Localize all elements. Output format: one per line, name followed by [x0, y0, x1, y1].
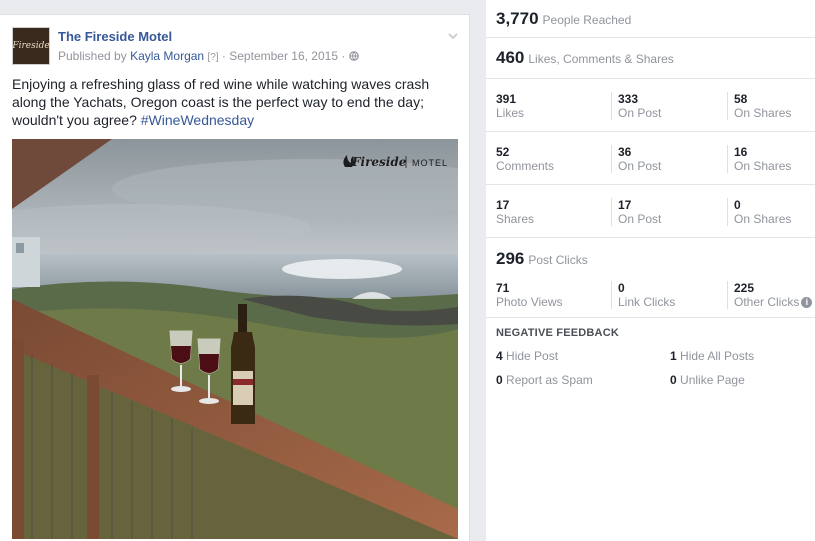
shares-on-shares-cell: 0 On Shares: [734, 198, 791, 226]
stat-label: On Post: [618, 159, 662, 173]
stat-label: Photo Views: [496, 295, 563, 309]
reach-stat: 3,770 People Reached: [496, 9, 631, 29]
photo-illustration: Fireside MOTEL: [12, 139, 458, 539]
stat-label: Report as Spam: [506, 373, 593, 387]
comments-on-post-cell: 36 On Post: [618, 145, 661, 173]
negative-feedback-title: NEGATIVE FEEDBACK: [496, 327, 619, 339]
likes-on-shares-cell: 58 On Shares: [734, 92, 791, 120]
shares-on-post-cell: 17 On Post: [618, 198, 661, 226]
help-marker[interactable]: [?]: [207, 52, 218, 63]
info-icon[interactable]: i: [801, 297, 813, 309]
other-clicks-label: Other Clicks: [734, 295, 800, 309]
author-link[interactable]: Kayla Morgan: [130, 49, 204, 63]
published-by-label: Published by: [58, 49, 127, 63]
engagement-label: Likes, Comments & Shares: [528, 52, 674, 66]
page-name-link[interactable]: The Fireside Motel: [58, 29, 172, 44]
post-date[interactable]: · September 16, 2015 ·: [222, 49, 345, 63]
watermark-brand: Fireside: [351, 155, 407, 169]
chevron-down-icon[interactable]: [446, 29, 460, 43]
post-caption: Enjoying a refreshing glass of red wine …: [12, 75, 462, 129]
page: Fireside The Fireside Motel Published by…: [0, 0, 815, 541]
stat-label: On Post: [618, 106, 662, 120]
engagement-value: 460: [496, 48, 525, 67]
reach-row: 3,770 People Reached: [486, 0, 815, 38]
hashtag-link[interactable]: #WineWednesday: [141, 112, 254, 128]
shares-cell: 17 Shares: [496, 198, 534, 226]
comments-cell: 52 Comments: [496, 145, 554, 173]
insights-panel: 3,770 People Reached 460 Likes, Comments &…: [486, 0, 815, 541]
stat-number: 333: [618, 92, 639, 106]
stat-number: 1: [670, 349, 677, 363]
stat-label: Likes: [496, 106, 525, 120]
comments-on-shares-cell: 16 On Shares: [734, 145, 791, 173]
divider: [727, 281, 728, 309]
stat-number: 71: [496, 281, 510, 295]
stat-label: On Post: [618, 212, 662, 226]
divider: [486, 237, 815, 238]
clicks-stat: 296 Post Clicks: [496, 249, 588, 269]
divider: [727, 145, 728, 173]
photo-views-cell: 71 Photo Views: [496, 281, 563, 309]
stat-number: 4: [496, 349, 503, 363]
divider: [486, 317, 815, 318]
stat-number: 0: [670, 373, 677, 387]
stat-number: 52: [496, 145, 510, 159]
stat-number: 17: [496, 198, 510, 212]
stat-number: 0: [496, 373, 503, 387]
stat-label: Other Clicks i: [734, 295, 813, 309]
post-card: Fireside The Fireside Motel Published by…: [0, 14, 470, 541]
hide-all-posts-stat: 1 Hide All Posts: [670, 349, 754, 363]
stat-label: On Shares: [734, 212, 792, 226]
divider: [486, 131, 815, 132]
hide-post-stat: 4 Hide Post: [496, 349, 558, 363]
engagement-row: 460 Likes, Comments & Shares: [486, 38, 815, 78]
stat-label: Unlike Page: [680, 373, 745, 387]
globe-icon: [348, 51, 359, 61]
post-meta: Published by Kayla Morgan [?] · Septembe…: [58, 49, 359, 63]
reach-value: 3,770: [496, 9, 539, 28]
divider: [486, 184, 815, 185]
report-spam-stat: 0 Report as Spam: [496, 373, 593, 387]
stat-number: 225: [734, 281, 755, 295]
engagement-stat: 460 Likes, Comments & Shares: [496, 48, 674, 68]
stat-number: 0: [618, 281, 625, 295]
likes-cell: 391 Likes: [496, 92, 524, 120]
reach-label: People Reached: [542, 13, 632, 27]
page-avatar[interactable]: Fireside: [12, 27, 50, 65]
stat-label: Shares: [496, 212, 535, 226]
stat-label: Link Clicks: [618, 295, 676, 309]
unlike-page-stat: 0 Unlike Page: [670, 373, 745, 387]
stat-number: 58: [734, 92, 748, 106]
divider: [611, 92, 612, 120]
post-header: Fireside The Fireside Motel Published by…: [12, 27, 462, 67]
link-clicks-cell: 0 Link Clicks: [618, 281, 675, 309]
stat-label: Hide Post: [506, 349, 559, 363]
stat-number: 0: [734, 198, 741, 212]
avatar-text: Fireside: [12, 41, 50, 51]
divider: [727, 198, 728, 226]
clicks-value: 296: [496, 249, 525, 268]
stat-number: 17: [618, 198, 632, 212]
stat-number: 36: [618, 145, 632, 159]
divider: [611, 145, 612, 173]
watermark-sub: MOTEL: [412, 158, 448, 168]
other-clicks-cell: 225 Other Clicks i: [734, 281, 813, 309]
stat-label: Hide All Posts: [680, 349, 755, 363]
likes-on-post-cell: 333 On Post: [618, 92, 661, 120]
stat-label: Comments: [496, 159, 555, 173]
stat-number: 391: [496, 92, 517, 106]
divider: [486, 78, 815, 79]
stat-label: On Shares: [734, 106, 792, 120]
divider: [727, 92, 728, 120]
stat-number: 16: [734, 145, 748, 159]
clicks-label: Post Clicks: [528, 253, 588, 267]
post-photo[interactable]: Fireside MOTEL: [12, 139, 458, 539]
divider: [611, 281, 612, 309]
stat-label: On Shares: [734, 159, 792, 173]
divider: [611, 198, 612, 226]
